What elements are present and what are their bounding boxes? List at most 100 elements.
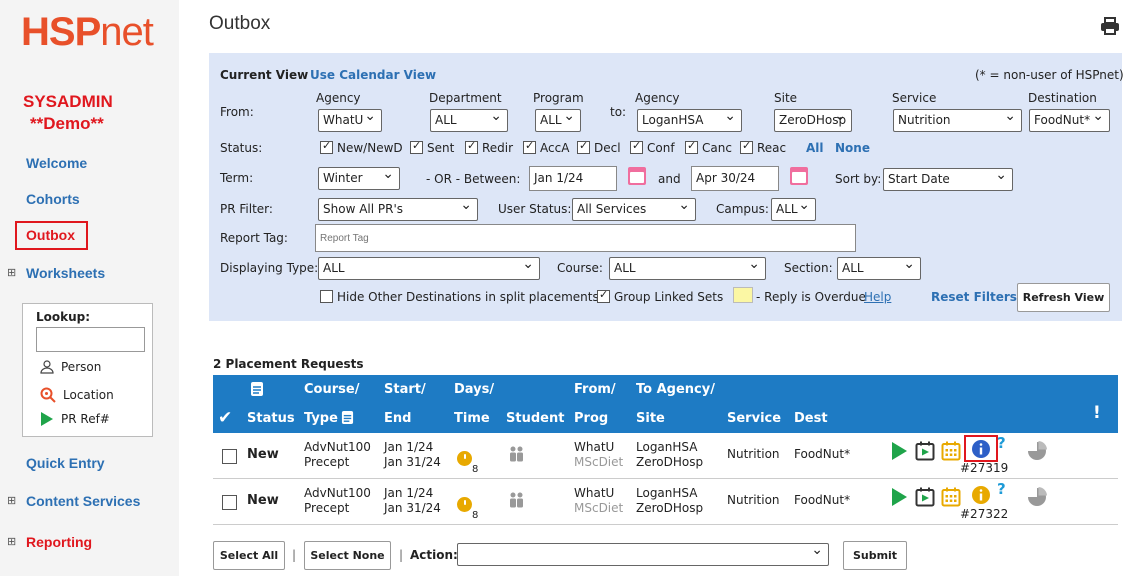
row-checkbox[interactable] (222, 495, 237, 510)
status-canc[interactable]: Canc (685, 139, 732, 155)
checkbox[interactable] (685, 139, 698, 154)
reset-filters-link[interactable]: Reset Filters (931, 290, 1017, 304)
select-all-button[interactable]: Select All (213, 541, 285, 570)
pr-filter-select[interactable]: Show All PR's (318, 197, 478, 221)
hspnet-logo[interactable]: HSPnet (21, 10, 154, 55)
action-select[interactable] (457, 542, 829, 566)
row-dest: FoodNut* (794, 493, 851, 507)
end-date-input[interactable]: Apr 30/24 (691, 166, 779, 191)
clock-icon (457, 497, 472, 512)
row-site: ZeroDHosp (636, 455, 704, 469)
calendar-play-icon[interactable] (915, 487, 935, 507)
report-tag-input[interactable] (315, 224, 856, 252)
status-none-link[interactable]: None (835, 141, 870, 155)
select-all-check-icon[interactable]: ✔ (218, 408, 232, 428)
status-all-link[interactable]: All (806, 141, 824, 155)
play-icon[interactable] (889, 441, 909, 461)
site-select[interactable]: ZeroDHosp (774, 108, 852, 132)
refresh-view-button[interactable]: Refresh View (1017, 283, 1110, 312)
lookup-prref[interactable]: PR Ref# (40, 411, 110, 427)
term-label: Term: (220, 171, 254, 185)
status-decl[interactable]: Decl (577, 139, 621, 155)
checkbox[interactable] (523, 139, 536, 154)
program-select[interactable]: ALL (535, 108, 581, 132)
nav-quick-entry[interactable]: Quick Entry (26, 455, 105, 471)
select-none-button[interactable]: Select None (304, 541, 391, 570)
table-row[interactable]: New AdvNut100 Precept Jan 1/24 Jan 31/24… (213, 433, 1118, 479)
table-row[interactable]: New AdvNut100 Precept Jan 1/24 Jan 31/24… (213, 479, 1118, 525)
course-select[interactable]: ALL (609, 256, 766, 280)
help-question-icon[interactable]: ? (997, 436, 1006, 451)
nav-content-services[interactable]: Content Services (7, 493, 140, 509)
info-icon[interactable] (971, 485, 991, 505)
nav-cohorts[interactable]: Cohorts (26, 191, 80, 207)
calendar-icon[interactable] (628, 167, 646, 185)
checkbox[interactable] (597, 288, 610, 303)
to-agency-select[interactable]: LoganHSA (637, 108, 742, 132)
user-status-label: User Status: (498, 202, 572, 216)
service-select[interactable]: Nutrition (893, 108, 1022, 132)
demo-label: **Demo** (30, 114, 104, 133)
status-acca[interactable]: AccA (523, 139, 569, 155)
info-icon[interactable] (971, 439, 991, 459)
row-checkbox[interactable] (222, 449, 237, 464)
start-date-input[interactable]: Jan 1/24 (529, 166, 617, 191)
from-agency-select[interactable]: WhatU (318, 108, 382, 132)
nav-reporting[interactable]: Reporting (7, 534, 92, 550)
row-ref[interactable]: #27319 (960, 461, 1008, 476)
pie-chart-icon[interactable] (1027, 441, 1047, 461)
checkbox[interactable] (410, 139, 423, 154)
row-course[interactable]: AdvNut100 (304, 440, 371, 455)
row-course[interactable]: AdvNut100 (304, 486, 371, 501)
calendar-icon[interactable] (941, 441, 961, 461)
pie-chart-icon[interactable] (1027, 487, 1047, 507)
status-redir[interactable]: Redir (465, 139, 513, 155)
destination-select[interactable]: FoodNut* (1029, 108, 1110, 132)
row-type: Precept (304, 455, 350, 469)
submit-button[interactable]: Submit (843, 541, 907, 570)
students-icon[interactable] (507, 445, 527, 465)
section-select[interactable]: ALL (837, 256, 921, 280)
calendar-play-icon[interactable] (915, 441, 935, 461)
checkbox[interactable] (320, 139, 333, 154)
from-agency-header: Agency (316, 91, 361, 105)
hide-other-destinations[interactable]: Hide Other Destinations in split placeme… (320, 290, 599, 304)
help-question-icon[interactable]: ? (997, 482, 1006, 497)
pr-filter-label: PR Filter: (220, 202, 273, 216)
row-days: 8 (457, 451, 478, 477)
checkbox[interactable] (577, 139, 590, 154)
nav-welcome[interactable]: Welcome (26, 155, 87, 171)
row-ref[interactable]: #27322 (960, 507, 1008, 522)
user-status-select[interactable]: All Services (572, 197, 696, 221)
checkbox[interactable] (320, 290, 333, 303)
checkbox[interactable] (740, 139, 753, 154)
lookup-location[interactable]: Location (40, 387, 114, 403)
department-header: Department (429, 91, 502, 105)
sort-by-select[interactable]: Start Date (883, 167, 1013, 191)
department-select[interactable]: ALL (430, 108, 508, 132)
checkbox[interactable] (465, 139, 478, 154)
displaying-type-select[interactable]: ALL (318, 256, 540, 280)
campus-select[interactable]: ALL (771, 197, 816, 221)
status-reac[interactable]: Reac (740, 139, 786, 155)
row-days: 8 (457, 497, 478, 523)
group-linked-sets[interactable]: Group Linked Sets (597, 288, 723, 304)
row-start: Jan 1/24 (384, 486, 434, 500)
nav-outbox[interactable]: Outbox (15, 221, 88, 250)
calendar-icon[interactable] (941, 487, 961, 507)
lookup-input[interactable] (36, 327, 145, 352)
help-link[interactable]: Help (864, 290, 891, 304)
term-select[interactable]: Winter (318, 166, 400, 190)
students-icon[interactable] (507, 491, 527, 511)
checkbox[interactable] (630, 139, 643, 154)
print-icon[interactable] (1100, 16, 1120, 36)
status-sent[interactable]: Sent (410, 139, 454, 155)
header-status: Status (247, 411, 295, 426)
calendar-icon[interactable] (790, 167, 808, 185)
status-new[interactable]: New/NewD (320, 139, 403, 155)
status-conf[interactable]: Conf (630, 139, 675, 155)
use-calendar-view-link[interactable]: Use Calendar View (310, 68, 436, 82)
nav-worksheets[interactable]: Worksheets (7, 265, 105, 281)
lookup-person[interactable]: Person (40, 360, 101, 374)
play-icon[interactable] (889, 487, 909, 507)
